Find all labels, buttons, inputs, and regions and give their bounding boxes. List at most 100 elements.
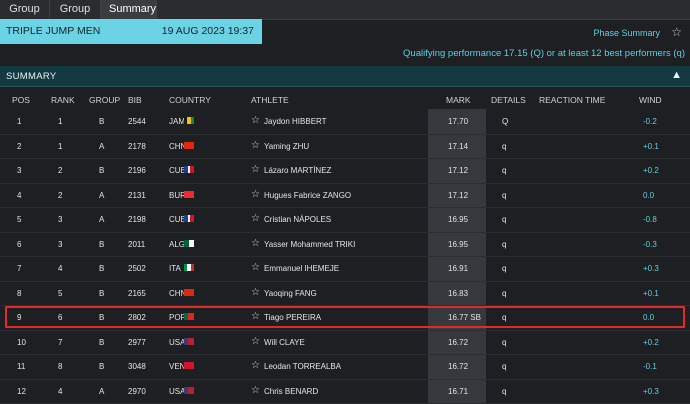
cell-wind: -0.2 [643,117,657,126]
cell-group: B [99,239,105,249]
cell-athlete[interactable]: Emmanuel IHEMEJE [264,264,339,273]
flag-icon [184,386,194,394]
tab-group-b[interactable]: Group B [50,0,101,34]
cell-bib: 2131 [128,190,146,200]
cell-athlete[interactable]: Jaydon HIBBERT [264,117,327,126]
table-row[interactable]: 1 1 B 2544 JAM Jaydon HIBBERT 17.70 Q -0.2 ☆ [0,109,690,135]
table-row[interactable]: 10 7 B 2977 USA Will CLAYE 16.72 q +0.2 ☆ [0,330,690,355]
cell-rank: 1 [58,141,63,151]
cell-country: ALG [169,239,186,249]
phase-summary-link[interactable]: Phase Summary [593,28,660,38]
col-mark: MARK [446,95,471,105]
highlight-box [5,306,685,328]
cell-wind: -0.1 [643,362,657,371]
cell-details: q [502,337,507,347]
star-icon[interactable]: ☆ [251,189,260,200]
cell-wind: +0.1 [643,141,659,151]
cell-bib: 2970 [128,386,146,396]
table-row[interactable]: 11 8 B 3048 VEN Leodan TORREALBA 16.72 q -0.1 ☆ [0,354,690,380]
cell-athlete[interactable]: Will CLAYE [264,338,305,347]
cell-details: q [502,141,507,151]
cell-group: B [99,117,105,126]
cell-group: B [99,166,105,175]
cell-group: A [99,141,105,151]
cell-wind: +0.2 [643,166,659,175]
cell-bib: 2502 [128,264,146,273]
cell-group: B [99,264,105,273]
cell-rank: 4 [58,264,63,273]
cell-mark: 16.83 [448,288,469,298]
cell-details: q [502,239,507,249]
cell-bib: 2977 [128,337,146,347]
star-icon[interactable]: ☆ [251,287,260,298]
cell-country: USA [169,337,186,347]
cell-wind: +0.1 [643,288,659,298]
table-row[interactable]: 7 4 B 2502 ITA Emmanuel IHEMEJE 16.91 q +0.3 ☆ [0,256,690,282]
flag-icon [184,141,194,149]
flag-icon [184,190,194,198]
chevron-up-icon[interactable]: ▲ [671,69,682,81]
cell-bib: 2165 [128,288,146,298]
cell-country: USA [169,386,186,396]
table-row[interactable]: 8 5 B 2165 CHN Yaoqing FANG 16.83 q +0.1 ☆ [0,281,690,306]
cell-athlete[interactable]: Yaming ZHU [264,142,309,151]
table-row[interactable]: 3 2 B 2196 CUB Lázaro MARTÍNEZ 17.12 q +0.2 ☆ [0,158,690,184]
star-icon[interactable]: ☆ [251,262,260,273]
cell-athlete[interactable]: Yaoqing FANG [264,289,317,298]
cell-mark: 17.14 [448,141,469,151]
table-row[interactable]: 2 1 A 2178 CHN Yaming ZHU 17.14 q +0.1 ☆ [0,134,690,159]
cell-pos: 7 [17,264,22,273]
flag-icon [184,215,194,222]
cell-pos: 11 [17,362,26,371]
star-icon[interactable]: ☆ [251,360,260,371]
cell-mark: 16.72 [448,337,469,347]
flag-icon [184,264,194,271]
cell-wind: -0.3 [643,239,657,249]
star-icon[interactable]: ☆ [251,164,260,175]
col-details: DETAILS [491,95,526,105]
cell-country: VEN [169,362,186,371]
cell-mark: 17.70 [448,117,469,126]
col-pos: POS [12,95,30,105]
cell-details: Q [502,117,509,126]
event-banner: TRIPLE JUMP MEN 19 AUG 2023 19:37 [0,19,262,44]
flag-icon [184,239,194,247]
flag-icon [184,362,194,369]
table-row[interactable]: 5 3 A 2198 CUB Cristian NÁPOLES 16.95 q -0.8 ☆ [0,207,690,233]
cell-mark: 17.12 [448,190,469,200]
cell-group: B [99,362,105,371]
cell-group: A [99,386,105,396]
event-datetime: 19 AUG 2023 19:37 [161,25,254,37]
star-icon[interactable]: ☆ [251,238,260,249]
star-icon[interactable]: ☆ [251,385,260,396]
cell-pos: 3 [17,166,22,175]
star-icon[interactable]: ☆ [251,213,260,224]
star-icon[interactable]: ☆ [251,140,260,151]
star-icon[interactable]: ☆ [671,25,682,39]
cell-rank: 3 [58,215,63,224]
cell-group: B [99,337,105,347]
cell-athlete[interactable]: Lázaro MARTÍNEZ [264,166,331,175]
tab-summary[interactable]: Summary [101,0,157,19]
col-country: COUNTRY [169,95,211,105]
cell-wind: +0.3 [643,264,659,273]
cell-athlete[interactable]: Hugues Fabrice ZANGO [264,191,351,200]
summary-section-header[interactable]: SUMMARY ▲ [0,66,690,87]
cell-group: A [99,215,105,224]
cell-mark: 16.95 [448,215,469,224]
tab-group-a[interactable]: Group A [0,0,50,34]
table-row[interactable]: 12 4 A 2970 USA Chris BENARD 16.71 q +0.3 ☆ [0,379,690,404]
table-row[interactable]: 6 3 B 2011 ALG Yasser Mohammed TRIKI 16.95 q -0.… [0,232,690,257]
cell-athlete[interactable]: Chris BENARD [264,387,318,396]
cell-details: q [502,386,507,396]
cell-pos: 1 [17,117,22,126]
table-row[interactable]: 4 2 A 2131 BUR Hugues Fabrice ZANGO 17.12 q 0.0 ☆ [0,183,690,208]
cell-rank: 8 [58,362,63,371]
star-icon[interactable]: ☆ [251,336,260,347]
cell-athlete[interactable]: Yasser Mohammed TRIKI [264,240,355,249]
cell-athlete[interactable]: Leodan TORREALBA [264,362,341,371]
cell-athlete[interactable]: Cristian NÁPOLES [264,215,331,224]
cell-bib: 2178 [128,141,146,151]
star-icon[interactable]: ☆ [251,115,260,126]
cell-rank: 5 [58,288,63,298]
